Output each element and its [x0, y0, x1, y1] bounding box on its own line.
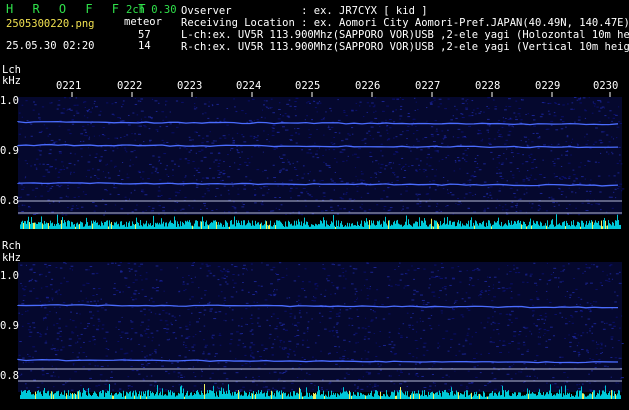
location-info: Receiving Location : ex. Aomori City Aom… [181, 17, 629, 29]
time-label: 0222 [117, 80, 143, 92]
lch-tick-0-8: 0.8 [0, 195, 19, 207]
lch-tick-0-9: 0.9 [0, 145, 19, 157]
capture-datetime: 25.05.30 02:20 [6, 40, 95, 52]
rch-receiver-info: R-ch:ex. UV5R 113.900Mhz(SAPPORO VOR)USB… [181, 41, 629, 53]
time-label: 0229 [535, 80, 561, 92]
time-label: 0221 [56, 80, 82, 92]
time-label: 0228 [475, 80, 501, 92]
rch-channel-label: Rch [2, 240, 21, 252]
spectrogram-canvas [17, 92, 625, 399]
time-label: 0224 [236, 80, 262, 92]
app-version: 2ch 0.30 [126, 4, 177, 16]
lch-tick-1-0: 1.0 [0, 95, 19, 107]
rch-tick-0-8: 0.8 [0, 370, 19, 382]
lch-receiver-info: L-ch:ex. UV5R 113.900Mhz(SAPPORO VOR)USB… [181, 29, 629, 41]
rch-unit-label: kHz [2, 252, 21, 264]
time-label: 0227 [415, 80, 441, 92]
hroft-screen: H R O F F T 2ch 0.30 2505300220.png mete… [0, 0, 629, 410]
rch-tick-1-0: 1.0 [0, 270, 19, 282]
time-label: 0226 [355, 80, 381, 92]
lch-unit-label: kHz [2, 75, 21, 87]
rch-tick-0-9: 0.9 [0, 320, 19, 332]
observer-info: Ovserver : ex. JR7CYX [ kid ] [181, 5, 428, 17]
time-label: 0223 [177, 80, 203, 92]
meteor-label: meteor [124, 16, 162, 28]
image-filename: 2505300220.png [6, 18, 95, 30]
rch-meteor-count: 14 [138, 40, 151, 52]
time-label: 0230 [593, 80, 619, 92]
lch-spectrogram [17, 97, 625, 229]
time-label: 0225 [295, 80, 321, 92]
rch-spectrogram [17, 262, 624, 399]
